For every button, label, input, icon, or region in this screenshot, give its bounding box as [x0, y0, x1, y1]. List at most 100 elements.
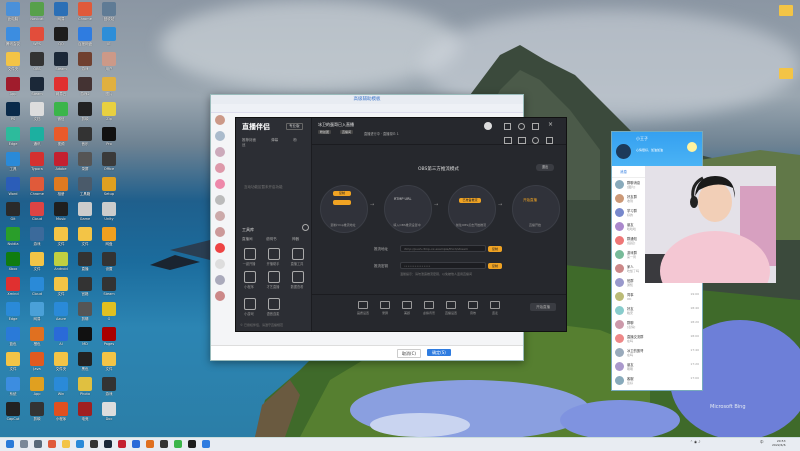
desktop-shortcut[interactable]: Cloud — [26, 202, 48, 221]
app-icon[interactable] — [160, 440, 168, 448]
desktop-shortcut[interactable]: 图片 — [98, 77, 120, 97]
desktop-shortcut[interactable]: 网易 — [50, 2, 72, 22]
desktop-shortcut[interactable]: 小程序 — [50, 402, 72, 422]
desktop-shortcut[interactable]: 网易云 — [50, 77, 72, 97]
tray-icons[interactable]: ⌃ ◉ ♪ — [690, 440, 700, 444]
desktop-shortcut[interactable]: Steam — [26, 77, 48, 96]
desktop-shortcut[interactable]: App — [26, 377, 48, 396]
desktop-shortcut[interactable]: Navicat — [26, 2, 48, 21]
weather-icon[interactable] — [687, 142, 697, 152]
desktop-shortcut[interactable]: 游戏2 — [74, 77, 96, 97]
steam-icon[interactable] — [104, 440, 112, 448]
chat-row[interactable]: 同事 OK 19:00 — [612, 290, 702, 304]
desktop-shortcut[interactable]: Office — [98, 152, 120, 171]
tab-cover[interactable]: 推荐封面 — [242, 138, 256, 142]
tool-settings[interactable]: 直播设置 — [442, 301, 460, 315]
folder-icon[interactable] — [779, 5, 793, 16]
tool-link[interactable]: 直播间 — [242, 237, 253, 242]
desktop-shortcut[interactable]: Edge — [2, 302, 24, 321]
gamepad-icon[interactable] — [244, 298, 256, 310]
desktop-shortcut[interactable]: OBS — [26, 52, 48, 71]
desktop-shortcut[interactable]: G — [98, 302, 120, 321]
wechat-icon[interactable] — [174, 440, 182, 448]
avatar[interactable] — [215, 147, 225, 157]
desktop-shortcut[interactable]: Music — [50, 202, 72, 221]
avatar[interactable] — [215, 211, 225, 221]
step-copy-pill[interactable]: 复制 — [333, 191, 351, 196]
tool-icon[interactable] — [244, 271, 256, 283]
settings-icon[interactable] — [532, 123, 539, 130]
desktop-shortcut[interactable]: Xmind — [2, 277, 24, 296]
tool-link[interactable]: 说明书 — [266, 237, 277, 242]
desktop-shortcut[interactable]: 文件 — [26, 252, 48, 272]
share-icon[interactable] — [546, 137, 553, 144]
record-icon[interactable] — [532, 137, 539, 144]
desktop-shortcut[interactable]: 游戏 — [98, 377, 120, 397]
tab-messages[interactable]: 消息 — [620, 170, 627, 175]
desktop-shortcut[interactable]: 腾讯会议 — [2, 27, 24, 47]
desktop-shortcut[interactable]: 直播 — [74, 252, 96, 272]
tool-icon[interactable] — [268, 271, 280, 283]
desktop-shortcut[interactable]: 网易 — [26, 302, 48, 322]
tool-link[interactable]: 神器 — [292, 237, 299, 242]
desktop-shortcut[interactable]: 百度网盘 — [74, 27, 96, 47]
chat-row[interactable]: 好友 晚安 18:40 — [612, 304, 702, 318]
desktop-shortcut[interactable]: WPS — [26, 27, 48, 46]
desktop-shortcut[interactable]: 宫格 — [74, 277, 96, 297]
desktop-shortcut[interactable]: Pages — [98, 327, 120, 346]
desktop-shortcut[interactable]: 相册 — [50, 177, 72, 197]
desktop-shortcut[interactable]: Java — [26, 352, 48, 371]
desktop-shortcut[interactable]: 工具 — [2, 152, 24, 172]
chat-row[interactable]: 朋友 嗯嗯 17:20 — [612, 360, 702, 374]
cancel-button[interactable]: 取消(C) — [397, 349, 421, 358]
desktop-shortcut[interactable]: 剪映 — [74, 102, 96, 122]
language-indicator[interactable]: 中 — [760, 440, 764, 445]
tool-background[interactable]: 虚拟背景 — [420, 301, 438, 315]
app-icon[interactable] — [118, 440, 126, 448]
avatar[interactable] — [484, 122, 492, 130]
bell-icon[interactable] — [518, 123, 525, 130]
folder-icon[interactable] — [779, 68, 793, 79]
desktop-shortcut[interactable]: 游戏 — [74, 52, 96, 72]
avatar[interactable] — [215, 163, 225, 173]
avatar[interactable] — [215, 259, 225, 269]
tool-record[interactable]: 录屏 — [376, 301, 394, 315]
avatar[interactable] — [215, 227, 225, 237]
exit-mode-button[interactable]: 退出 — [536, 164, 554, 171]
desktop-shortcut[interactable]: 黑色 — [74, 352, 96, 372]
avatar[interactable] — [215, 115, 225, 125]
desktop-shortcut[interactable]: AI — [50, 327, 72, 346]
chat-row[interactable]: 直播交流群 在吗 18:00 — [612, 332, 702, 346]
tool-quality[interactable]: 画质设置 — [354, 301, 372, 315]
desktop-shortcut[interactable]: 文件 — [50, 277, 72, 297]
desktop-shortcut[interactable]: CapCut — [2, 402, 24, 421]
desktop-shortcut[interactable]: 蓝色 — [2, 327, 24, 347]
copy-rtmp-button[interactable]: 复制 — [488, 246, 502, 252]
desktop-shortcut[interactable]: 文件 — [74, 227, 96, 247]
app-icon[interactable] — [146, 440, 154, 448]
desktop-shortcut[interactable]: 文件夹 — [50, 352, 72, 372]
screenshot-icon[interactable] — [504, 137, 512, 144]
app-icon[interactable] — [202, 440, 210, 448]
desktop-shortcut[interactable]: Zip — [98, 102, 120, 121]
avatar[interactable] — [215, 243, 225, 253]
close-icon[interactable]: × — [548, 121, 553, 128]
desktop-shortcut[interactable]: 系统 — [2, 377, 24, 397]
desktop-shortcut[interactable]: 用户 — [98, 52, 120, 72]
desktop-shortcut[interactable]: 文件 — [98, 352, 120, 372]
live-companion-window[interactable]: 直播伴侣 专业版 推荐封面 弹幕 粉丝 互动功能区暂未开启功能 工具库 直播间 … — [235, 117, 567, 332]
search-icon[interactable] — [20, 440, 28, 448]
desktop-shortcut[interactable]: Typora — [26, 152, 48, 171]
desktop-shortcut[interactable]: Pro — [98, 127, 120, 146]
desktop-shortcut[interactable]: 游戏 — [26, 227, 48, 247]
desktop-shortcut[interactable]: Azure — [50, 302, 72, 321]
desktop-shortcut[interactable]: 剪辑 — [74, 302, 96, 322]
desktop-shortcut[interactable]: Cloud — [26, 277, 48, 296]
start-icon[interactable] — [6, 440, 14, 448]
app-icon[interactable] — [132, 440, 140, 448]
avatar[interactable] — [215, 275, 225, 285]
chat-row[interactable]: 群聊 [表情] 18:20 — [612, 318, 702, 332]
desktop-shortcut[interactable]: 音乐 — [74, 127, 96, 147]
desktop-shortcut[interactable]: App — [2, 77, 24, 96]
fans-badge[interactable]: 粉丝团 — [318, 130, 332, 134]
